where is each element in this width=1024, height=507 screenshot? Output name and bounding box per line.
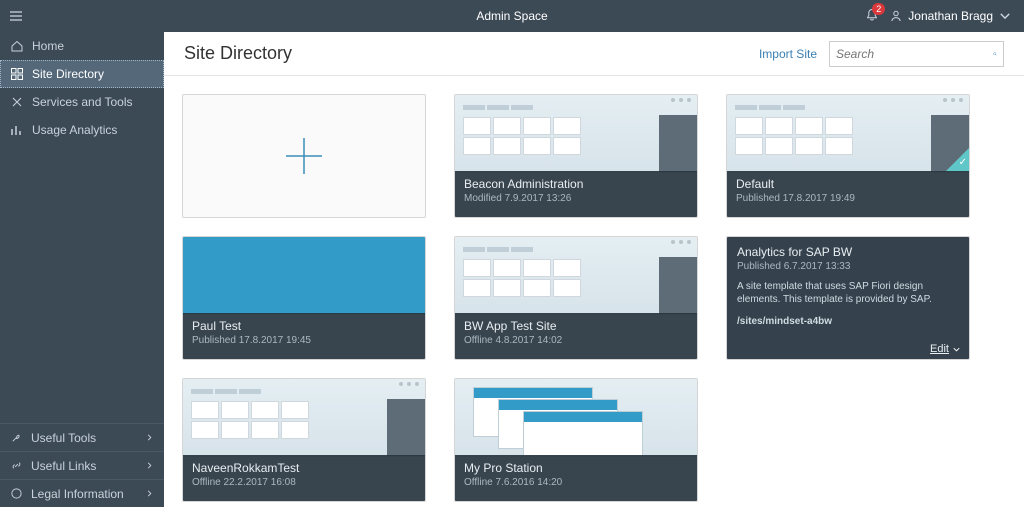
topbar: Admin Space 2 Jonathan Bragg bbox=[0, 0, 1024, 32]
foot-tools[interactable]: Useful Tools bbox=[0, 423, 164, 451]
site-card[interactable]: ✓ DefaultPublished 17.8.2017 19:49 bbox=[726, 94, 970, 218]
site-detail-card[interactable]: Analytics for SAP BW Published 6.7.2017 … bbox=[726, 236, 970, 360]
content: Beacon AdministrationModified 7.9.2017 1… bbox=[164, 76, 1024, 507]
site-card[interactable]: Paul TestPublished 17.8.2017 19:45 bbox=[182, 236, 426, 360]
page-header: Site Directory Import Site bbox=[164, 32, 1024, 76]
site-card[interactable]: NaveenRokkamTestOffline 22.2.2017 16:08 bbox=[182, 378, 426, 502]
chevron-down-icon bbox=[952, 345, 961, 354]
hamburger-icon bbox=[9, 9, 23, 23]
main: Site Directory Import Site Beacon Admini… bbox=[164, 32, 1024, 507]
site-card[interactable]: BW App Test SiteOffline 4.8.2017 14:02 bbox=[454, 236, 698, 360]
foot-links[interactable]: Useful Links bbox=[0, 451, 164, 479]
chevron-right-icon bbox=[145, 461, 154, 470]
grid-icon bbox=[10, 67, 24, 81]
chart-icon bbox=[10, 123, 24, 137]
plus-icon bbox=[280, 132, 328, 180]
user-icon bbox=[889, 9, 903, 23]
foot-legal[interactable]: Legal Information bbox=[0, 479, 164, 507]
edit-site-link[interactable]: Edit bbox=[930, 343, 961, 355]
search-icon bbox=[993, 47, 997, 61]
user-name: Jonathan Bragg bbox=[908, 9, 993, 23]
tools-icon bbox=[10, 95, 24, 109]
wrench-icon bbox=[10, 431, 23, 444]
chevron-down-icon bbox=[998, 9, 1012, 23]
info-icon bbox=[10, 487, 23, 500]
search-box[interactable] bbox=[829, 41, 1004, 67]
create-site-card[interactable] bbox=[182, 94, 426, 218]
menu-toggle[interactable] bbox=[0, 0, 32, 32]
chevron-right-icon bbox=[145, 433, 154, 442]
notif-badge: 2 bbox=[872, 3, 885, 15]
nav-site-directory[interactable]: Site Directory bbox=[0, 60, 164, 88]
site-card[interactable]: My Pro StationOffline 7.6.2016 14:20 bbox=[454, 378, 698, 502]
site-card[interactable]: Beacon AdministrationModified 7.9.2017 1… bbox=[454, 94, 698, 218]
link-icon bbox=[10, 459, 23, 472]
import-site-link[interactable]: Import Site bbox=[759, 47, 817, 61]
nav-services[interactable]: Services and Tools bbox=[0, 88, 164, 116]
app-title: Admin Space bbox=[476, 9, 547, 23]
home-icon bbox=[10, 39, 24, 53]
user-menu[interactable]: Jonathan Bragg bbox=[889, 9, 1012, 23]
nav-analytics[interactable]: Usage Analytics bbox=[0, 116, 164, 144]
notifications-button[interactable]: 2 bbox=[865, 8, 879, 25]
page-title: Site Directory bbox=[184, 43, 292, 64]
nav-home[interactable]: Home bbox=[0, 32, 164, 60]
sidebar: Home Site Directory Services and Tools U… bbox=[0, 32, 164, 507]
default-check-icon: ✓ bbox=[959, 157, 967, 168]
chevron-right-icon bbox=[145, 489, 154, 498]
search-input[interactable] bbox=[836, 47, 993, 61]
